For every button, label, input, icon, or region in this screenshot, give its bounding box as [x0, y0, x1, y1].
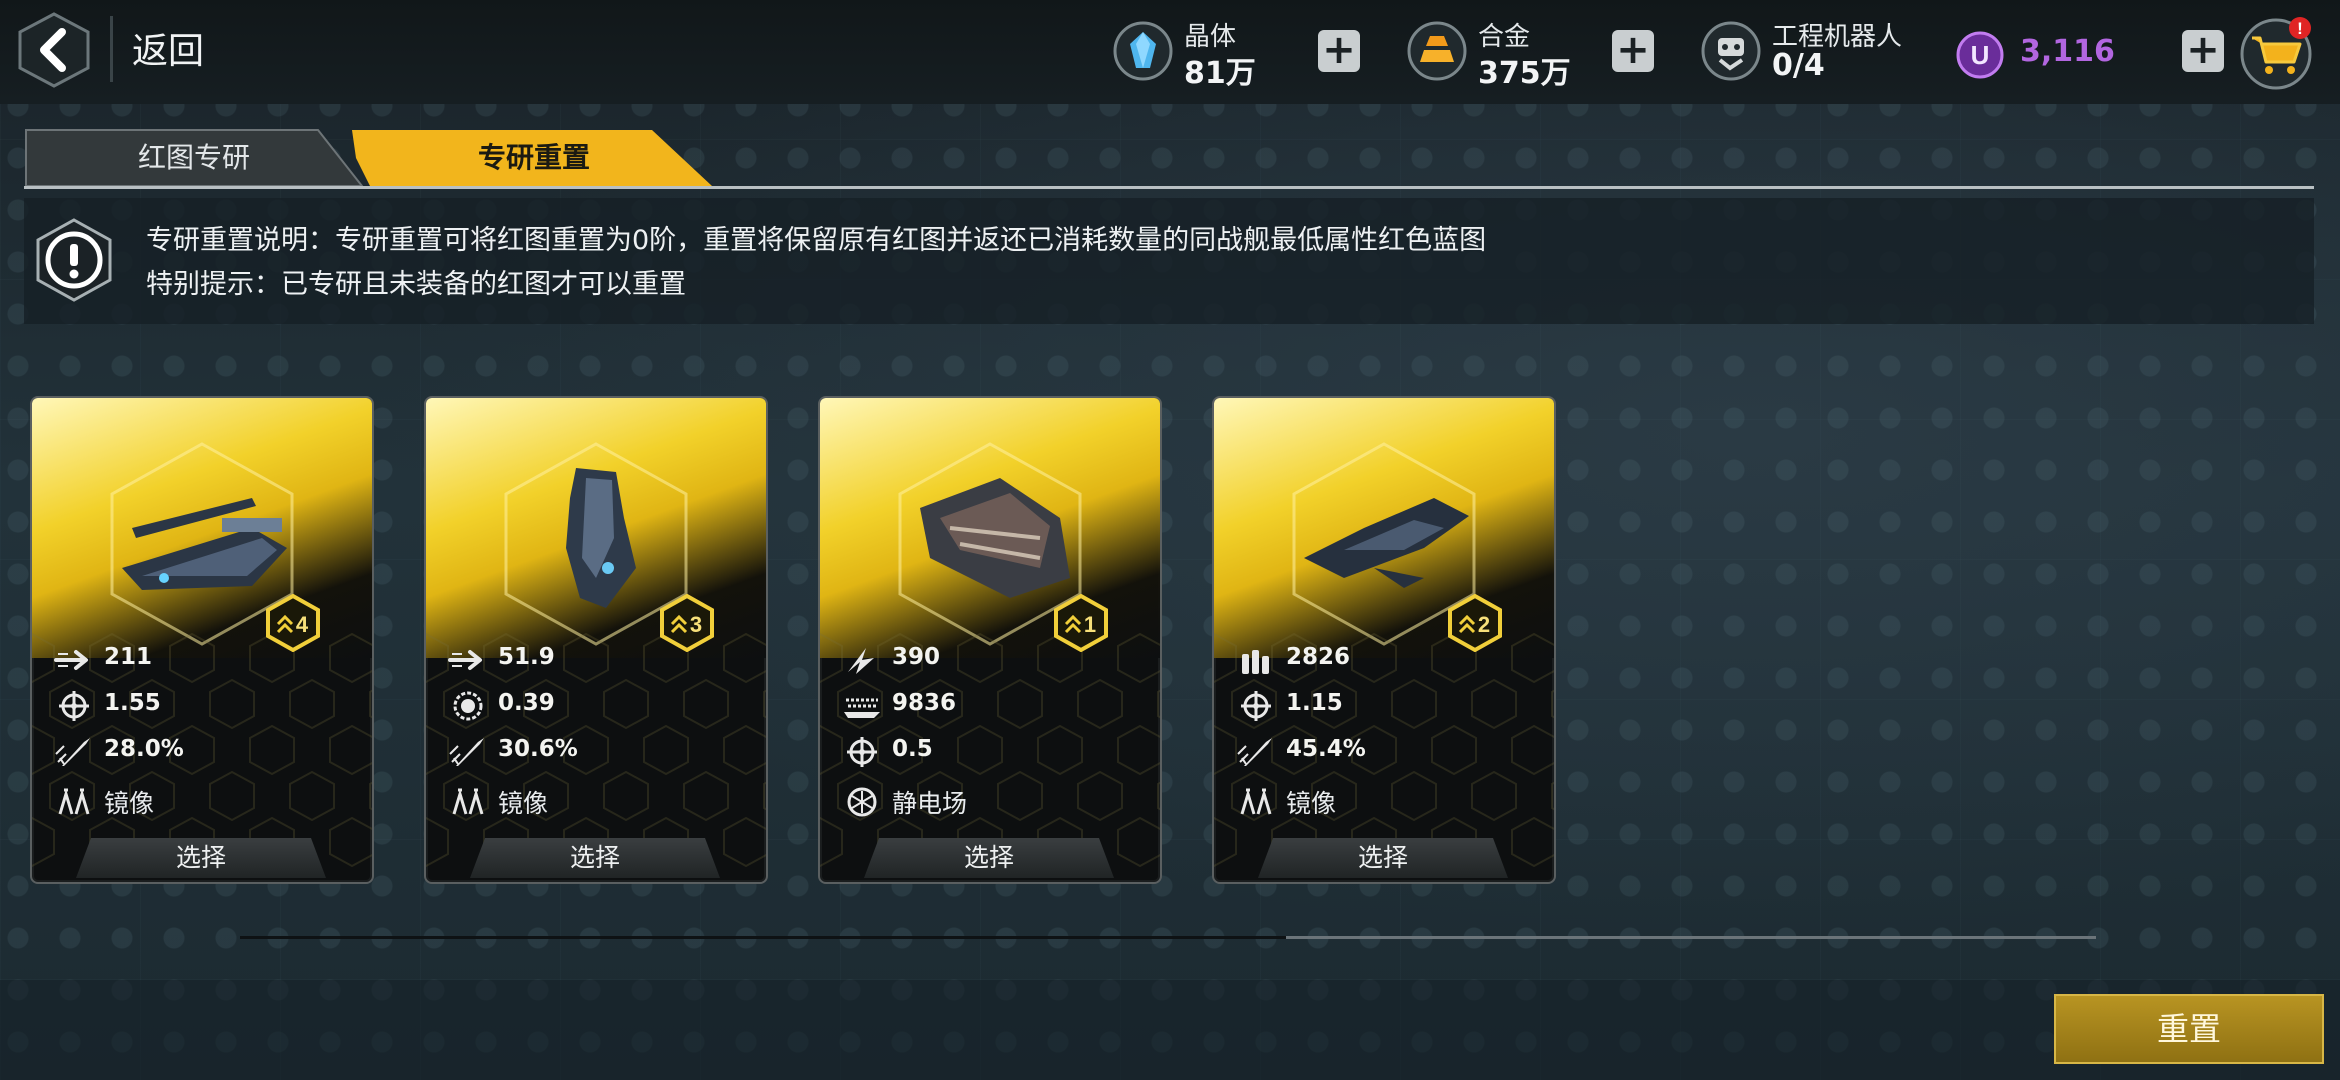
blueprint-card[interactable]: 1 390 9836 0.5 静电场选择 — [818, 396, 1162, 884]
missile-icon — [448, 736, 488, 768]
mirror-icon — [54, 786, 94, 818]
mirror-icon — [1236, 786, 1276, 818]
ability-label: 镜像 — [498, 789, 549, 818]
back-label[interactable]: 返回 — [132, 22, 204, 74]
add-credit-button[interactable]: + — [2182, 30, 2224, 72]
rank-badge: 1 — [1054, 594, 1108, 652]
stat-value: 0.5 — [892, 736, 933, 762]
back-arrow-icon — [18, 12, 90, 88]
stat-value: 9836 — [892, 690, 957, 716]
rank-value: 3 — [690, 612, 702, 637]
select-button[interactable]: 选择 — [864, 838, 1114, 878]
tab-redmap-research[interactable]: 红图专研 — [24, 130, 364, 186]
stat-value: 0.39 — [498, 690, 555, 716]
add-alloy-button[interactable]: + — [1612, 30, 1654, 72]
credit-value: 3,116 — [2020, 34, 2115, 69]
resource-value: 375万 — [1478, 56, 1571, 91]
info-description: 专研重置说明：专研重置可将红图重置为0阶，重置将保留原有红图并返还已消耗数量的同… — [146, 225, 1487, 256]
scrollbar-thumb[interactable] — [1286, 936, 2096, 939]
crystal-icon — [1113, 21, 1173, 81]
info-tip: 特别提示：已专研且未装备的红图才可以重置 — [146, 269, 686, 300]
tab-underline — [24, 186, 2314, 189]
select-button[interactable]: 选择 — [1258, 838, 1508, 878]
reset-button[interactable]: 重置 — [2054, 994, 2324, 1064]
blueprint-card[interactable]: 2 2826 1.15 45.4% 镜像选择 — [1212, 396, 1556, 884]
ability-label: 镜像 — [1286, 789, 1337, 818]
top-bar: 返回 晶体 81万 + 合金 375万 + 工程机器人 0/4 U 3,116 … — [0, 0, 2340, 104]
blueprint-card[interactable]: 3 51.9 0.39 30.6% 镜像选择 — [424, 396, 768, 884]
rank-value: 1 — [1084, 612, 1096, 637]
shop-cart-icon[interactable]: ! — [2238, 14, 2314, 90]
missile-icon — [54, 736, 94, 768]
rank-badge: 3 — [660, 594, 714, 652]
svg-text:U: U — [1971, 40, 1990, 70]
stat-value: 1.15 — [1286, 690, 1343, 716]
mirror-icon — [448, 786, 488, 818]
crosshair-icon — [54, 690, 94, 722]
stat-value: 45.4% — [1286, 736, 1366, 762]
speed-arrow-icon — [448, 644, 488, 676]
add-crystal-button[interactable]: + — [1318, 30, 1360, 72]
stat-value: 2826 — [1286, 644, 1351, 670]
ability-label: 镜像 — [104, 789, 155, 818]
stat-value: 30.6% — [498, 736, 578, 762]
shield-ring-icon — [448, 690, 488, 722]
crosshair-icon — [1236, 690, 1276, 722]
crosshair-icon — [842, 736, 882, 768]
stat-value: 390 — [892, 644, 941, 670]
credit-icon: U — [1956, 31, 2004, 79]
svg-text:!: ! — [2297, 19, 2303, 38]
static-field-icon — [842, 786, 882, 818]
rank-badge: 4 — [266, 594, 320, 652]
rank-value: 2 — [1478, 612, 1490, 637]
resource-crystal: 晶体 81万 — [1112, 12, 1262, 92]
stat-value: 1.55 — [104, 690, 161, 716]
blueprint-card[interactable]: 4 211 1.55 28.0% 镜像选择 — [30, 396, 374, 884]
back-divider — [110, 16, 113, 82]
rank-badge: 2 — [1448, 594, 1502, 652]
resource-value: 81万 — [1184, 56, 1256, 91]
stat-value: 28.0% — [104, 736, 184, 762]
ability-label: 静电场 — [892, 789, 968, 818]
alert-icon — [36, 218, 112, 302]
stat-value: 51.9 — [498, 644, 555, 670]
select-button[interactable]: 选择 — [76, 838, 326, 878]
alloy-icon — [1407, 21, 1467, 81]
hull-icon — [842, 690, 882, 722]
resource-alloy: 合金 375万 — [1406, 12, 1576, 92]
resource-robot: 工程机器人 0/4 — [1700, 12, 1920, 92]
back-button[interactable] — [14, 10, 94, 90]
lightning-icon — [842, 644, 882, 676]
select-button[interactable]: 选择 — [470, 838, 720, 878]
tab-research-reset[interactable]: 专研重置 — [354, 130, 714, 186]
resource-value: 0/4 — [1772, 48, 1825, 83]
robot-icon — [1701, 21, 1761, 81]
ammo-icon — [1236, 644, 1276, 676]
info-panel: 专研重置说明：专研重置可将红图重置为0阶，重置将保留原有红图并返还已消耗数量的同… — [24, 198, 2314, 324]
missile-icon — [1236, 736, 1276, 768]
rank-value: 4 — [296, 612, 309, 637]
bottom-bar — [0, 980, 2340, 1080]
stat-value: 211 — [104, 644, 153, 670]
speed-arrow-icon — [54, 644, 94, 676]
